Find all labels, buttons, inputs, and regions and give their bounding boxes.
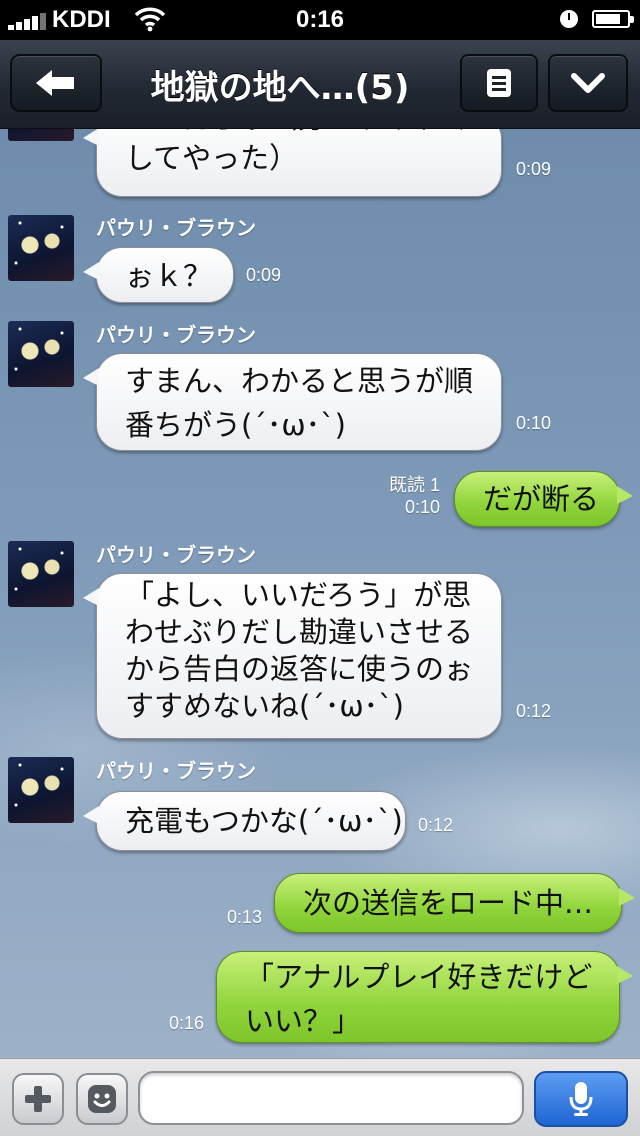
message-time: 0:10 xyxy=(516,413,552,433)
message-text: してやった） xyxy=(125,141,299,175)
incoming-message-bubble[interactable]: 充電もつかな(´･ω･`) xyxy=(83,791,406,851)
back-arrow-icon xyxy=(36,70,74,96)
sticker-button[interactable] xyxy=(76,1073,128,1125)
message-time: 0:09 xyxy=(516,159,552,179)
message-time: 0:13 xyxy=(226,907,262,927)
sender-avatar[interactable] xyxy=(8,129,74,141)
message-text: ぉｋ？ xyxy=(125,259,213,293)
more-options-button[interactable] xyxy=(548,54,628,112)
message-input-bar xyxy=(0,1058,640,1136)
incoming-message-bubble[interactable]: すまん、わかると思うが順 番ちがう(´･ω･`) xyxy=(83,353,502,451)
alarm-clock-icon xyxy=(560,10,578,28)
message-time: 0:12 xyxy=(418,815,454,835)
message-input[interactable] xyxy=(138,1071,524,1125)
plus-icon xyxy=(25,1086,51,1112)
message-text: 次の送信をロード中… xyxy=(303,886,594,920)
status-time: 0:16 xyxy=(295,6,345,33)
message-text: だが断る xyxy=(483,482,600,516)
voice-message-button[interactable] xyxy=(534,1071,628,1127)
read-receipt: 既読 1 xyxy=(388,475,440,495)
chat-header: 地獄の地へ…(5) xyxy=(0,40,640,129)
chat-title: 地獄の地へ…(5) xyxy=(150,68,410,108)
sender-name: パウリ・ブラウン xyxy=(96,323,256,347)
sender-name: パウリ・ブラウン xyxy=(96,543,256,567)
message-time: 0:09 xyxy=(246,265,282,285)
message-list[interactable]: いいだろぅ（分かりやすく してやった） 0:09 パウリ・ブラウン ぉｋ？ 0:… xyxy=(0,129,640,1058)
incoming-message-bubble[interactable]: ぉｋ？ xyxy=(83,247,234,303)
menu-icon xyxy=(487,69,511,97)
message-text: 「アナルプレイ好きだけど xyxy=(245,960,593,994)
message-text: すまん、わかると思うが順 xyxy=(125,364,474,398)
back-button[interactable] xyxy=(10,54,102,112)
microphone-icon xyxy=(569,1082,593,1116)
outgoing-message-bubble[interactable]: だが断る xyxy=(454,471,633,527)
message-time: 0:10 xyxy=(404,497,440,517)
message-text: すすめないね(´･ω･`) xyxy=(125,689,404,723)
add-attachment-button[interactable] xyxy=(12,1073,64,1125)
battery-icon xyxy=(592,10,634,28)
outgoing-message-bubble[interactable]: 次の送信をロード中… xyxy=(274,873,635,933)
status-bar: KDDI 0:16 xyxy=(0,0,640,40)
message-text: わせぶりだし勘違いさせる xyxy=(125,615,474,649)
message-text: 充電もつかな(´･ω･`) xyxy=(125,804,403,838)
message-time: 0:12 xyxy=(516,701,552,721)
sender-avatar[interactable] xyxy=(8,757,74,823)
battery-level xyxy=(596,14,620,24)
emoji-icon xyxy=(88,1085,116,1113)
sender-name: パウリ・ブラウン xyxy=(96,216,256,240)
incoming-message-bubble[interactable]: いいだろぅ（分かりやすく してやった） xyxy=(83,129,502,197)
message-text: 番ちがう(´･ω･`) xyxy=(125,408,346,442)
sender-avatar[interactable] xyxy=(8,321,74,387)
message-text: から告白の返答に使うのぉ xyxy=(125,652,474,686)
sender-avatar[interactable] xyxy=(8,541,74,607)
message-text: いい？」 xyxy=(245,1004,362,1038)
sender-name: パウリ・ブラウン xyxy=(96,759,256,783)
message-time: 0:16 xyxy=(168,1013,204,1033)
outgoing-message-bubble[interactable]: 「アナルプレイ好きだけど いい？」 xyxy=(216,951,633,1043)
sender-avatar[interactable] xyxy=(8,215,74,281)
incoming-message-bubble[interactable]: 「よし、いいだろう」が思 わせぶりだし勘違いさせる から告白の返答に使うのぉ す… xyxy=(83,573,502,739)
message-text: 「よし、いいだろう」が思 xyxy=(125,578,472,612)
menu-button[interactable] xyxy=(460,54,538,112)
chevron-down-icon xyxy=(571,73,605,93)
